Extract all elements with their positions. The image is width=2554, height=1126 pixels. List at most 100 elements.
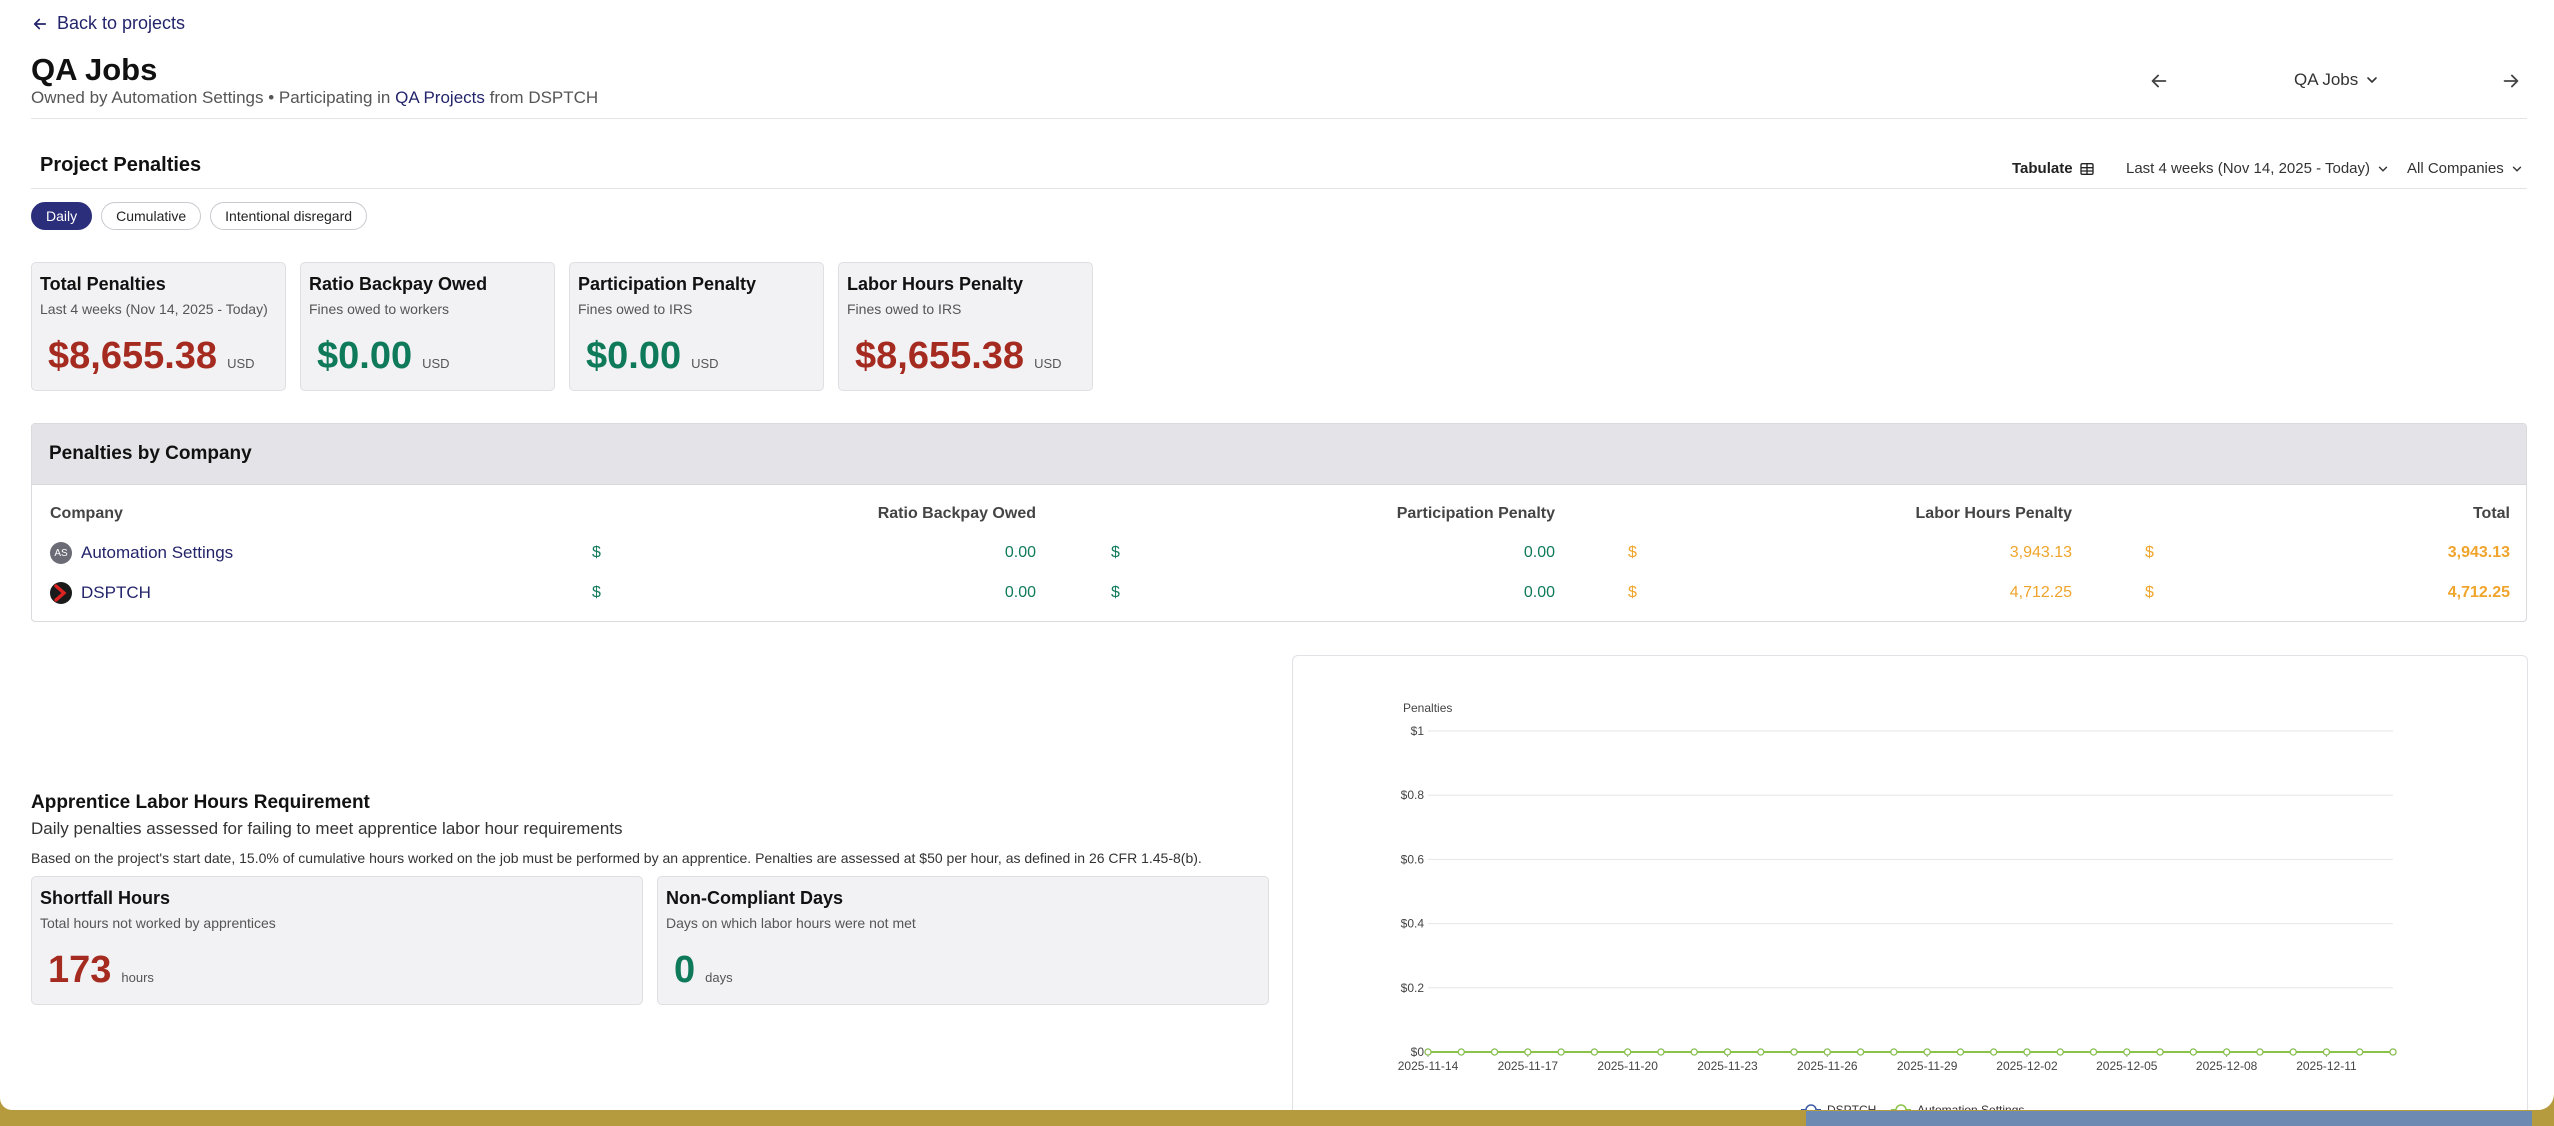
chevron-down-icon: [2367, 77, 2378, 84]
card-amount: $0.00: [317, 335, 413, 377]
card-subtitle: Fines owed to IRS: [847, 301, 962, 317]
data-point: [2389, 1048, 2397, 1056]
app-frame: Back to projects QA Jobs Owned by Automa…: [0, 0, 2554, 1110]
data-point: [1424, 1048, 1432, 1056]
participation-value: 0.00: [1523, 584, 1555, 601]
qa-projects-link[interactable]: QA Projects: [395, 88, 485, 107]
x-tick-label: 2025-11-20: [1597, 1059, 1658, 1073]
pill-cumulative[interactable]: Cumulative: [101, 202, 202, 230]
chevron-down-icon: [2512, 166, 2521, 172]
data-point: [1923, 1048, 1931, 1056]
ratio-backpay-card: Ratio Backpay Owed Fines owed to workers…: [300, 262, 555, 391]
page-title: QA Jobs: [31, 52, 158, 87]
participation-penalty-card: Participation Penalty Fines owed to IRS …: [569, 262, 824, 391]
card-subtitle: Days on which labor hours were not met: [666, 915, 916, 931]
shortfall-hours-card: Shortfall Hours Total hours not worked b…: [31, 876, 643, 1005]
subtitle-prefix: Owned by Automation Settings • Participa…: [31, 88, 396, 107]
card-unit: USD: [227, 356, 255, 371]
company-link-automation-settings[interactable]: Automation Settings: [81, 543, 233, 563]
card-amount: 0: [674, 949, 696, 991]
date-range-label: Last 4 weeks (Nov 14, 2025 - Today): [2126, 160, 2371, 177]
data-point: [2223, 1048, 2231, 1056]
data-point: [2256, 1048, 2264, 1056]
card-title: Ratio Backpay Owed: [309, 274, 488, 294]
card-value: 0 days: [674, 949, 733, 992]
table-icon: [2079, 162, 2094, 175]
y-tick-label: $1: [1411, 724, 1425, 738]
x-tick-label: 2025-11-26: [1797, 1059, 1858, 1073]
chevron-down-icon: [2378, 166, 2388, 172]
pill-intentional-disregard[interactable]: Intentional disregard: [210, 202, 368, 230]
legend-marker: [1895, 1104, 1907, 1110]
section-divider: [31, 188, 2527, 189]
data-point: [1823, 1048, 1831, 1056]
y-tick-label: $0.2: [1401, 981, 1425, 995]
data-point: [1723, 1048, 1732, 1056]
company-filter-label: All Companies: [2407, 160, 2504, 177]
table-header: Penalties by Company: [32, 424, 2526, 485]
card-amount: $8,655.38: [48, 335, 218, 377]
penalties-by-company-table: Penalties by Company Company Ratio Backp…: [31, 423, 2527, 622]
date-range-select[interactable]: Last 4 weeks (Nov 14, 2025 - Today): [2126, 160, 2390, 177]
company-link-dsptch[interactable]: DSPTCH: [81, 583, 151, 603]
card-unit: hours: [121, 970, 154, 985]
currency-symbol: $: [592, 544, 601, 561]
x-tick-label: 2025-12-08: [2196, 1059, 2258, 1073]
data-point: [2089, 1048, 2098, 1056]
avatar: AS: [50, 542, 72, 564]
total-value: 3,943.13: [2447, 544, 2510, 561]
data-point: [1757, 1048, 1765, 1056]
labor-hours-penalty-card: Labor Hours Penalty Fines owed to IRS $8…: [838, 262, 1093, 391]
data-point: [2156, 1048, 2164, 1056]
data-point: [1690, 1048, 1698, 1056]
legend-label: DSPTCH: [1827, 1103, 1876, 1110]
col-total: Total: [2472, 505, 2510, 522]
job-selector[interactable]: QA Jobs: [2294, 70, 2380, 90]
y-tick-label: $0.6: [1401, 852, 1425, 866]
card-value: 173 hours: [48, 949, 154, 992]
tabulate-button[interactable]: Tabulate: [2012, 160, 2095, 177]
subtitle-suffix: from DSPTCH: [484, 88, 599, 107]
card-title: Non-Compliant Days: [666, 888, 844, 908]
x-tick-label: 2025-11-17: [1498, 1059, 1559, 1073]
card-subtitle: Fines owed to IRS: [578, 301, 693, 317]
project-penalties-title: Project Penalties: [40, 154, 202, 176]
company-filter-select[interactable]: All Companies: [2407, 160, 2524, 177]
previous-job-arrow-icon[interactable]: [2148, 70, 2170, 92]
col-participation: Participation Penalty: [1396, 505, 1555, 522]
labor-value: 4,712.25: [2009, 584, 2072, 601]
card-subtitle: Fines owed to workers: [309, 301, 450, 317]
back-to-projects-link[interactable]: Back to projects: [31, 13, 185, 34]
x-tick-label: 2025-11-14: [1398, 1059, 1459, 1073]
data-point: [2123, 1048, 2131, 1056]
ratio-value: 0.00: [1004, 584, 1036, 601]
y-axis-label: Penalties: [1403, 701, 1452, 715]
participation-value: 0.00: [1523, 544, 1555, 561]
non-compliant-days-card: Non-Compliant Days Days on which labor h…: [657, 876, 1269, 1005]
data-point: [2056, 1048, 2064, 1056]
card-title: Shortfall Hours: [40, 888, 171, 908]
card-unit: USD: [1034, 356, 1062, 371]
x-tick-label: 2025-12-02: [1996, 1059, 2058, 1073]
data-point: [1856, 1048, 1865, 1056]
data-point: [2023, 1048, 2031, 1056]
data-point: [1457, 1048, 1465, 1056]
labor-value: 3,943.13: [2009, 544, 2072, 561]
y-tick-label: $0: [1411, 1045, 1425, 1059]
legend-marker: [1805, 1104, 1817, 1110]
table-row: AS Automation Settings: [50, 542, 233, 564]
card-subtitle: Total hours not worked by apprentices: [40, 915, 276, 931]
pill-daily[interactable]: Daily: [31, 202, 93, 230]
next-job-arrow-icon[interactable]: [2500, 70, 2522, 92]
data-point: [2289, 1048, 2297, 1056]
data-point: [2356, 1048, 2364, 1056]
data-point: [1524, 1048, 1532, 1056]
card-title: Total Penalties: [40, 274, 166, 294]
currency-symbol: $: [2145, 544, 2154, 561]
back-label: Back to projects: [57, 13, 186, 33]
card-amount: $0.00: [586, 335, 682, 377]
col-company: Company: [50, 505, 123, 522]
card-unit: USD: [422, 356, 450, 371]
data-point: [1890, 1048, 1898, 1056]
y-tick-label: $0.4: [1401, 917, 1425, 931]
